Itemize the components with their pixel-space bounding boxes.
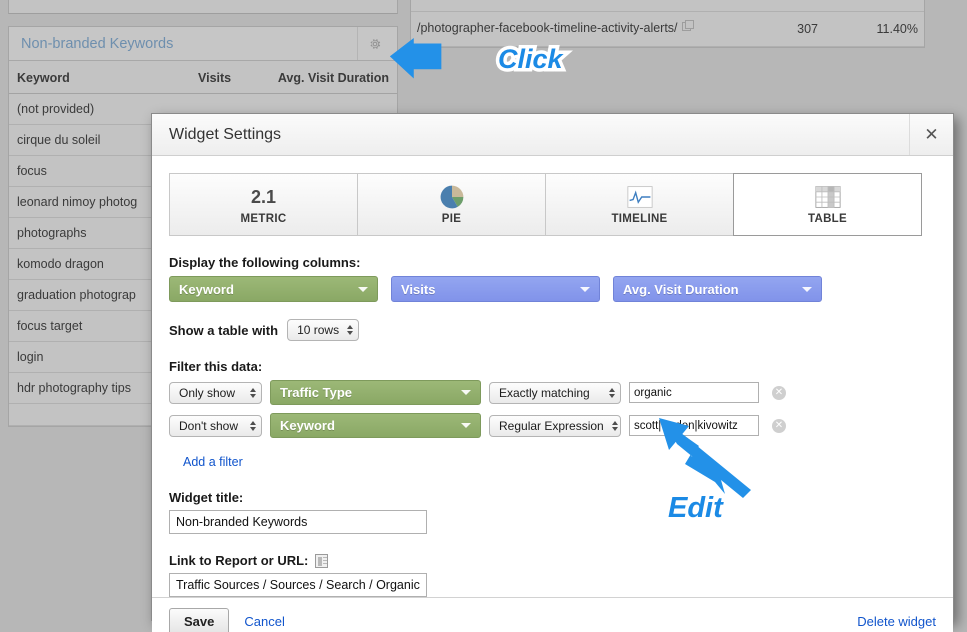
dialog-header: Widget Settings ✕ (152, 114, 953, 156)
filter-mode-select-1[interactable]: Only show (169, 381, 262, 404)
filter-row-2: Don't show Keyword Regular Expression ✕ (169, 413, 936, 438)
pill-label: Visits (401, 281, 436, 297)
tab-label: METRIC (240, 213, 287, 225)
widget-title-text[interactable]: Non-branded Keywords (21, 36, 357, 52)
timeline-chart-icon (626, 184, 653, 210)
rows-label: Show a table with (169, 322, 279, 338)
rows-section: Show a table with 10 rows (169, 319, 936, 341)
pill-label: Avg. Visit Duration (623, 281, 739, 297)
stepper-arrows-icon (609, 387, 615, 398)
metric-number-icon: 2.1 (251, 184, 276, 210)
dialog-body: 2.1 METRIC PIE TIMELINE TABLE Display th… (152, 156, 953, 597)
page-visits: 317 (734, 0, 824, 13)
table-row: /onone-software-rocket-lace/ 317 8.83% (411, 0, 924, 13)
gear-icon (370, 38, 380, 49)
filter-match-select-1[interactable]: Exactly matching (489, 381, 621, 404)
external-link-icon[interactable] (681, 20, 694, 32)
pill-label: Keyword (179, 281, 234, 297)
filter-row-1: Only show Traffic Type Exactly matching … (169, 380, 936, 405)
page-url[interactable]: /onone-software-rocket-lace/ (417, 0, 575, 1)
tab-label: TIMELINE (611, 213, 668, 225)
stepper-arrows-icon (347, 325, 354, 335)
close-dialog-button[interactable]: ✕ (909, 114, 953, 155)
widget-settings-dialog: Widget Settings ✕ 2.1 METRIC PIE TIMELIN… (151, 113, 954, 632)
filter-section-label: Filter this data: (169, 359, 263, 374)
filter-value-input-2[interactable] (629, 415, 759, 436)
edit-label-text: Edit (668, 492, 723, 524)
chevron-down-icon (461, 390, 471, 395)
filter-match-value: Regular Expression (499, 418, 604, 433)
partial-widget-above (8, 0, 398, 14)
table-header-row: Keyword Visits Avg. Visit Duration (9, 61, 397, 94)
pages-table-widget: /what-the-camera-diopter-is-and-why-use-… (410, 0, 925, 48)
column-selector-keyword[interactable]: Keyword (169, 276, 378, 302)
row-count-value: 10 rows (297, 323, 340, 337)
filter-match-select-2[interactable]: Regular Expression (489, 414, 621, 437)
widget-type-tabs: 2.1 METRIC PIE TIMELINE TABLE (169, 173, 922, 236)
filter-mode-select-2[interactable]: Don't show (169, 414, 262, 437)
widget-title-label-text: Widget title: (169, 490, 244, 505)
stepper-arrows-icon (250, 387, 256, 398)
column-selector-visits[interactable]: Visits (391, 276, 600, 302)
pie-chart-icon (439, 184, 465, 210)
clear-circle-icon[interactable]: ✕ (772, 385, 786, 400)
tab-pie[interactable]: PIE (357, 173, 545, 236)
link-field-label: Link to Report or URL: (169, 553, 936, 568)
tab-timeline[interactable]: TIMELINE (545, 173, 733, 236)
pill-label: Keyword (280, 418, 335, 433)
tab-metric[interactable]: 2.1 METRIC (169, 173, 357, 236)
link-to-report-input[interactable] (169, 573, 427, 597)
col-header-visits[interactable]: Visits (178, 61, 240, 94)
widget-title-input[interactable] (169, 510, 427, 534)
widget-header: Non-branded Keywords (9, 27, 397, 61)
col-header-duration[interactable]: Avg. Visit Duration (239, 61, 397, 94)
add-filter-link[interactable]: Add a filter (183, 455, 243, 469)
row-count-stepper[interactable]: 10 rows (287, 319, 360, 341)
filter-value-input-1[interactable] (629, 382, 759, 403)
filter-dimension-select-1[interactable]: Traffic Type (270, 380, 481, 405)
filter-dimension-select-2[interactable]: Keyword (270, 413, 481, 438)
tab-table[interactable]: TABLE (733, 173, 922, 236)
widget-settings-gear-button[interactable] (357, 27, 391, 60)
columns-pill-row: Keyword Visits Avg. Visit Duration (169, 276, 936, 302)
col-header-keyword[interactable]: Keyword (9, 61, 179, 94)
table-row: /photographer-facebook-timeline-activity… (411, 11, 924, 47)
filter-mode-value: Only show (179, 385, 236, 400)
filter-match-value: Exactly matching (499, 385, 590, 400)
chevron-down-icon (461, 423, 471, 428)
column-selector-avg-visit-duration[interactable]: Avg. Visit Duration (613, 276, 822, 302)
filter-mode-value: Don't show (179, 418, 238, 433)
metric-sample-value: 2.1 (250, 186, 277, 207)
link-field-label-text: Link to Report or URL: (169, 553, 309, 568)
chevron-down-icon (358, 286, 368, 292)
tab-label: TABLE (808, 213, 847, 225)
stepper-arrows-icon (250, 420, 256, 431)
page-url[interactable]: /photographer-facebook-timeline-activity… (417, 21, 678, 35)
chevron-down-icon (802, 286, 812, 292)
widget-title-label: Widget title: (169, 490, 936, 505)
cancel-link[interactable]: Cancel (244, 614, 284, 629)
dialog-title: Widget Settings (169, 125, 282, 143)
pill-label: Traffic Type (280, 385, 353, 400)
dialog-footer: Save Cancel Delete widget (152, 597, 953, 632)
screenshot-root: Non-branded Keywords Keyword Visits Avg.… (0, 0, 967, 632)
page-percent: 11.40% (824, 11, 924, 47)
stepper-arrows-icon (611, 420, 618, 431)
delete-widget-link[interactable]: Delete widget (857, 614, 936, 629)
report-picker-icon[interactable] (315, 553, 329, 568)
click-label-text: Click (498, 44, 563, 74)
table-grid-icon (814, 184, 841, 210)
close-icon: ✕ (924, 125, 939, 144)
tab-label: PIE (441, 213, 462, 225)
chevron-down-icon (580, 286, 590, 292)
columns-section-label: Display the following columns: (169, 255, 361, 270)
save-button[interactable]: Save (169, 608, 230, 632)
page-visits: 307 (734, 11, 824, 47)
page-percent: 8.83% (824, 0, 924, 13)
clear-circle-icon[interactable]: ✕ (772, 418, 786, 433)
pages-table: /what-the-camera-diopter-is-and-why-use-… (411, 0, 924, 47)
